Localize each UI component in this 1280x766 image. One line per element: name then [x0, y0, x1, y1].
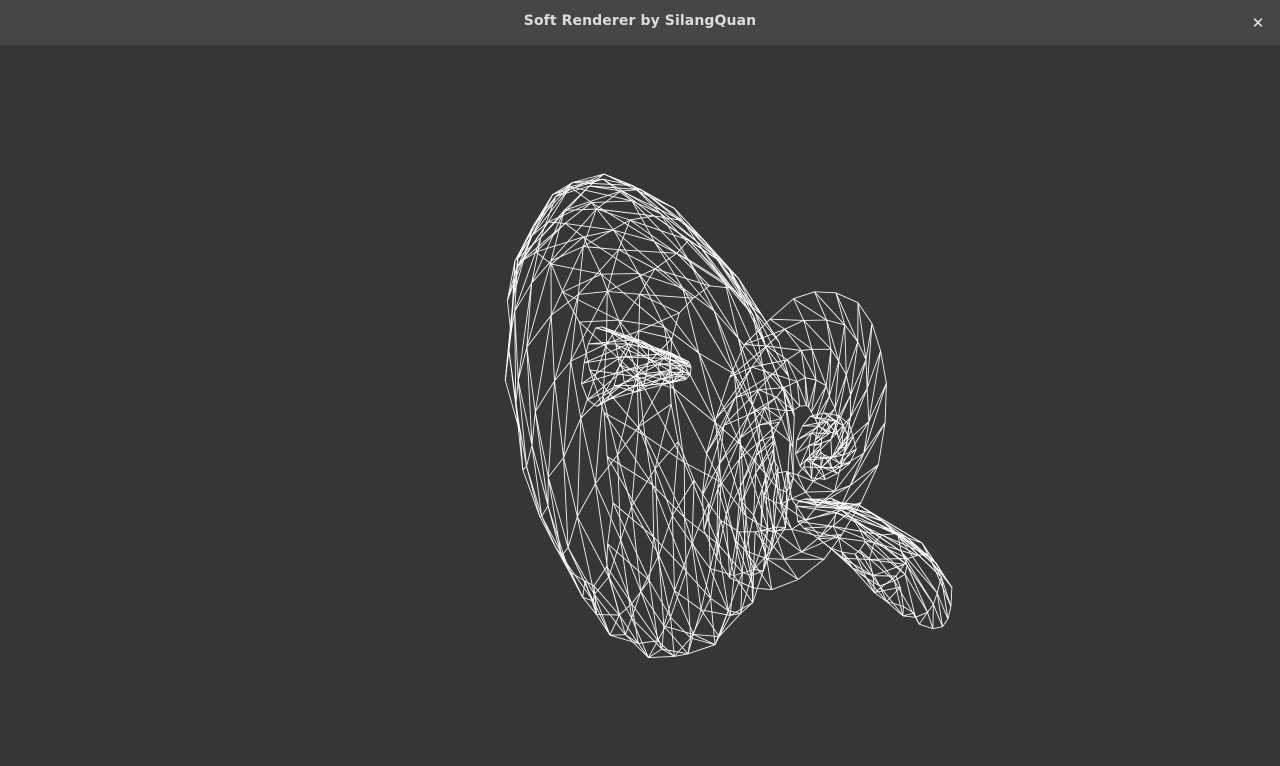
teapot-lid [701, 291, 887, 591]
render-viewport [0, 46, 1280, 766]
app-window: Soft Renderer by SilangQuan ✕ [0, 0, 1280, 766]
teapot-body [504, 173, 795, 659]
titlebar[interactable]: Soft Renderer by SilangQuan ✕ [0, 0, 1280, 46]
wireframe-teapot [504, 173, 953, 659]
close-button[interactable]: ✕ [1248, 13, 1268, 33]
teapot-spout [795, 498, 953, 630]
window-title: Soft Renderer by SilangQuan [523, 13, 757, 29]
